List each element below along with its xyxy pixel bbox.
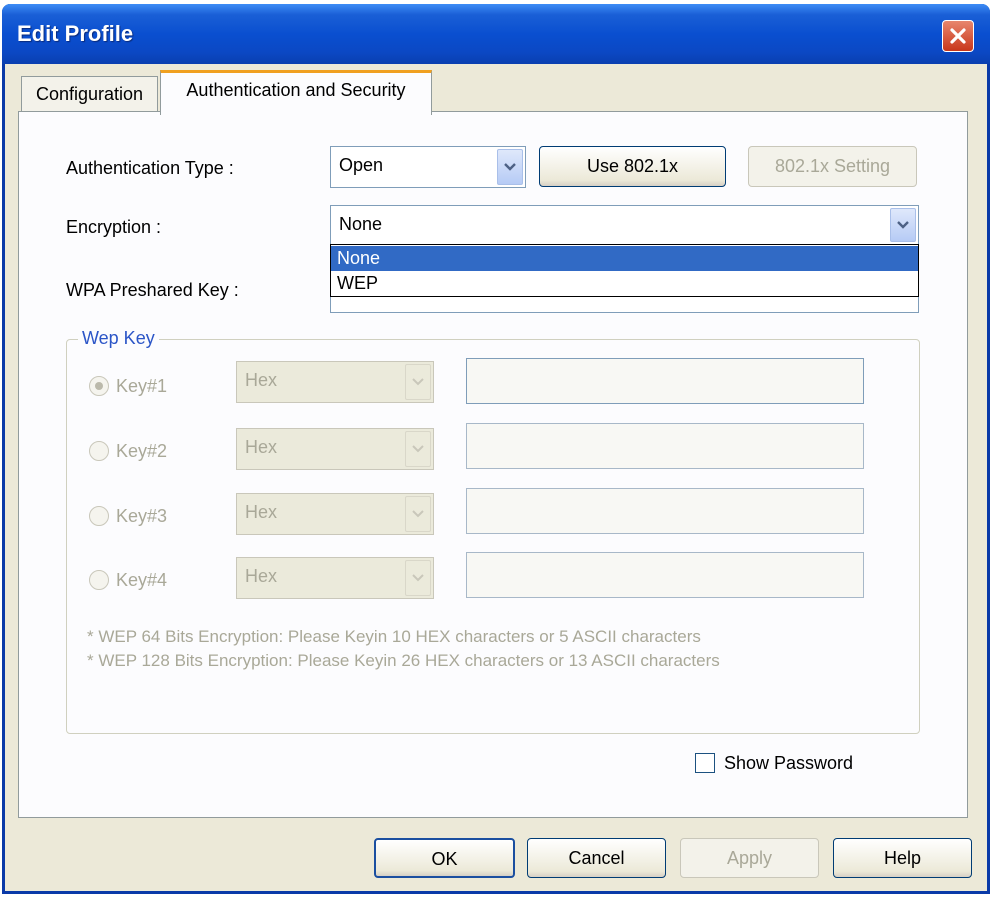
encryption-label: Encryption : bbox=[66, 217, 162, 237]
encryption-value: None bbox=[339, 214, 383, 234]
key2-radio[interactable] bbox=[89, 441, 109, 461]
tab-authentication-and-security[interactable]: Authentication and Security bbox=[160, 70, 432, 115]
key2-input[interactable] bbox=[466, 423, 864, 469]
show-password-checkbox[interactable] bbox=[695, 753, 715, 773]
cancel-button[interactable]: Cancel bbox=[527, 838, 666, 878]
apply-button[interactable]: Apply bbox=[680, 838, 819, 878]
chevron-down-icon bbox=[405, 496, 431, 532]
key1-radio[interactable] bbox=[89, 376, 109, 396]
wep-64-note: * WEP 64 Bits Encryption: Please Keyin 1… bbox=[87, 627, 701, 646]
encryption-option-none[interactable]: None bbox=[331, 246, 918, 271]
title-bar[interactable]: Edit Profile bbox=[2, 4, 990, 64]
chevron-down-icon bbox=[405, 431, 431, 467]
encryption-select[interactable]: None bbox=[330, 205, 919, 245]
wep-key-group-label: Wep Key bbox=[78, 328, 159, 349]
key1-format-value: Hex bbox=[245, 370, 278, 390]
key1-label: Key#1 bbox=[116, 376, 168, 396]
close-button[interactable] bbox=[942, 20, 974, 52]
key4-radio[interactable] bbox=[89, 570, 109, 590]
chevron-down-icon bbox=[405, 364, 431, 400]
key4-label: Key#4 bbox=[116, 570, 168, 590]
key4-input[interactable] bbox=[466, 552, 864, 598]
wpa-preshared-key-label: WPA Preshared Key : bbox=[66, 280, 239, 300]
ok-button[interactable]: OK bbox=[374, 838, 515, 878]
help-button[interactable]: Help bbox=[833, 838, 972, 878]
authentication-type-value: Open bbox=[339, 155, 384, 175]
key2-format-value: Hex bbox=[245, 437, 278, 457]
key1-format-select[interactable]: Hex bbox=[236, 361, 434, 403]
show-password-label: Show Password bbox=[724, 753, 854, 773]
key2-label: Key#2 bbox=[116, 441, 168, 461]
8021x-setting-button[interactable]: 802.1x Setting bbox=[748, 146, 917, 187]
key3-radio[interactable] bbox=[89, 506, 109, 526]
encryption-option-wep[interactable]: WEP bbox=[331, 271, 918, 296]
key4-format-value: Hex bbox=[245, 566, 278, 586]
tab-configuration[interactable]: Configuration bbox=[21, 76, 158, 113]
chevron-down-icon[interactable] bbox=[890, 208, 916, 242]
key3-format-select[interactable]: Hex bbox=[236, 493, 434, 535]
window-title: Edit Profile bbox=[17, 21, 134, 46]
key3-format-value: Hex bbox=[245, 502, 278, 522]
key4-format-select[interactable]: Hex bbox=[236, 557, 434, 599]
close-icon bbox=[950, 28, 966, 44]
key3-input[interactable] bbox=[466, 488, 864, 534]
chevron-down-icon bbox=[405, 560, 431, 596]
key1-input[interactable] bbox=[466, 358, 864, 404]
key2-format-select[interactable]: Hex bbox=[236, 428, 434, 470]
encryption-dropdown-list: None WEP bbox=[330, 244, 919, 297]
wep-128-note: * WEP 128 Bits Encryption: Please Keyin … bbox=[87, 651, 720, 670]
authentication-type-select[interactable]: Open bbox=[330, 146, 526, 188]
use-8021x-button[interactable]: Use 802.1x bbox=[539, 146, 726, 187]
key3-label: Key#3 bbox=[116, 506, 168, 526]
chevron-down-icon[interactable] bbox=[497, 149, 523, 185]
authentication-type-label: Authentication Type : bbox=[66, 158, 234, 178]
